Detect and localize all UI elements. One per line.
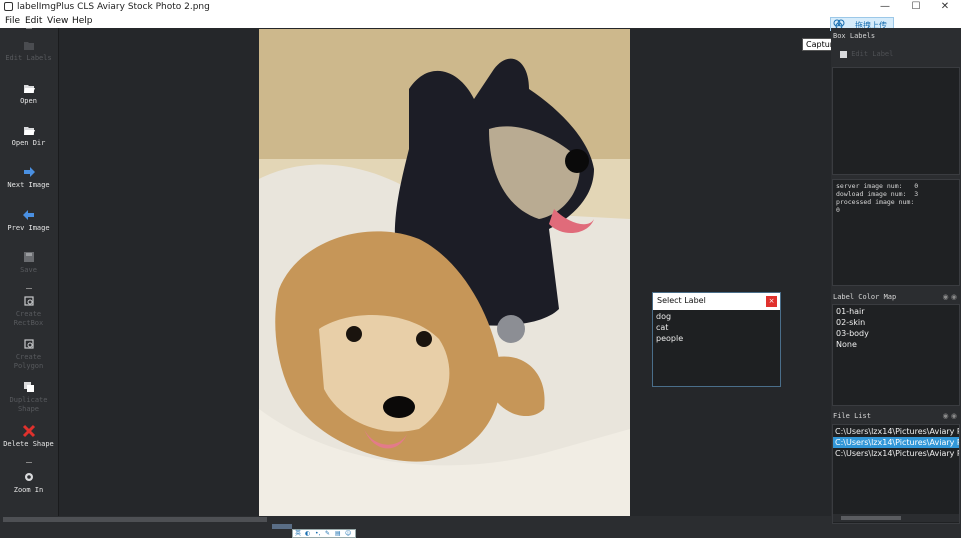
menu-help[interactable]: Help (72, 15, 93, 27)
toolbar-separator (26, 288, 32, 289)
file-list-scrollbar-thumb[interactable] (841, 516, 901, 520)
window-title: labelImgPlus CLS Aviary Stock Photo 2.pn… (17, 2, 210, 12)
edit-labels-label: Edit Labels (5, 54, 52, 62)
minimize-button[interactable]: — (869, 0, 901, 14)
duplicate-shape-button[interactable]: Duplicate Shape (0, 380, 57, 414)
arrow-right-icon (23, 167, 35, 177)
dock-panel-buttons[interactable]: ◉ ◉ (943, 412, 957, 420)
zoom-in-button[interactable]: Zoom In (0, 470, 57, 495)
maximize-button[interactable]: ☐ (900, 0, 932, 14)
polygon-icon (23, 339, 34, 349)
open-dir-button[interactable]: Open Dir (0, 123, 57, 148)
delete-shape-label: Delete Shape (3, 440, 54, 448)
ime-toolbar: 英 ◐ •, ✎ ▤ ☺ (272, 524, 358, 538)
save-icon (23, 252, 34, 262)
file-list-item[interactable]: C:\Users\lzx14\Pictures\Aviary Pho (833, 426, 959, 437)
delete-icon (22, 424, 35, 438)
label-color-map-list[interactable]: 01-hair 02-skin 03-body None (832, 304, 960, 406)
right-dock: Box Labels Edit Label server image num: … (831, 28, 961, 524)
zoom-icon (24, 473, 33, 481)
box-labels-header: Box Labels (833, 32, 876, 40)
server-image-num: server image num: 0 (836, 182, 919, 190)
zoom-in-label: Zoom In (13, 486, 44, 494)
dog-photo[interactable] (259, 29, 630, 524)
processed-image-value: 0 (836, 206, 840, 214)
duplicate-shape-label: Duplicate Shape (9, 396, 48, 413)
prev-image-label: Prev Image (7, 224, 50, 232)
label-option-dog[interactable]: dog (656, 312, 671, 321)
checkbox-icon (840, 50, 847, 58)
ime-keyboard-icon[interactable]: ▤ (335, 530, 341, 537)
file-list-scrollbar[interactable] (833, 514, 959, 522)
prev-image-button[interactable]: Prev Image (0, 208, 57, 233)
canvas-scrollbar[interactable] (0, 516, 961, 524)
menu-view[interactable]: View (47, 15, 68, 27)
menu-bar: File Edit View Help (0, 14, 961, 28)
dialog-title-bar: Select Label × (653, 293, 780, 310)
processed-image-num: processed image num: (836, 198, 915, 206)
create-polygon-label: Create Polygon (13, 353, 44, 370)
create-polygon-button[interactable]: Create Polygon (0, 337, 57, 371)
dialog-close-button[interactable]: × (766, 296, 777, 307)
select-label-dialog: Select Label × dog cat people (652, 292, 781, 387)
tools-toolbar: Edit Labels Open Open Dir Next Image Pre… (0, 28, 57, 524)
color-map-item[interactable]: 02-skin (836, 318, 865, 327)
color-map-item[interactable]: 03-body (836, 329, 869, 338)
title-bar: labelImgPlus CLS Aviary Stock Photo 2.pn… (0, 0, 961, 14)
menu-edit[interactable]: Edit (25, 15, 42, 27)
download-image-num: dowload image num: 3 (836, 190, 919, 198)
canvas-scrollbar-thumb[interactable] (3, 517, 267, 522)
file-list-item[interactable]: C:\Users\lzx14\Pictures\Aviary Pho (833, 448, 959, 459)
file-list[interactable]: C:\Users\lzx14\Pictures\Aviary Pho C:\Us… (832, 424, 960, 524)
label-option-people[interactable]: people (656, 334, 683, 343)
create-rectbox-button[interactable]: Create RectBox (0, 294, 57, 328)
save-button[interactable]: Save (0, 250, 57, 275)
next-image-button[interactable]: Next Image (0, 165, 57, 190)
box-labels-list[interactable] (832, 67, 960, 175)
rect-icon (23, 296, 34, 306)
edit-labels-button[interactable]: Edit Labels (0, 38, 57, 63)
ime-tool-icon[interactable]: ✎ (325, 530, 330, 537)
ime-language[interactable]: 英 (295, 530, 301, 537)
arrow-left-icon (22, 210, 34, 220)
create-rectbox-label: Create RectBox (13, 310, 44, 327)
ime-thumbnail (272, 524, 292, 529)
color-map-item[interactable]: 01-hair (836, 307, 865, 316)
copy-icon (23, 382, 34, 392)
save-label: Save (20, 266, 37, 274)
toolbar-separator (26, 462, 32, 463)
open-button[interactable]: Open (0, 81, 57, 106)
dialog-title: Select Label (657, 296, 706, 305)
folder-icon (23, 42, 34, 50)
file-list-item-selected[interactable]: C:\Users\lzx14\Pictures\Aviary Pho (833, 437, 959, 448)
open-label: Open (20, 97, 37, 105)
ime-bar[interactable]: 英 ◐ •, ✎ ▤ ☺ (292, 529, 356, 538)
app-icon (4, 2, 13, 11)
file-list-header: File List (833, 412, 871, 420)
edit-label-text: Edit Label (851, 50, 894, 58)
server-status-panel: server image num: 0 dowload image num: 3… (832, 179, 960, 286)
folder-icon (23, 127, 35, 135)
edit-label-checkbox[interactable]: Edit Label (840, 50, 893, 58)
ime-punct-icon[interactable]: •, (315, 530, 320, 537)
next-image-label: Next Image (7, 181, 50, 189)
dog-photo-image (259, 29, 630, 524)
label-option-cat[interactable]: cat (656, 323, 668, 332)
toolbar-separator (26, 28, 32, 29)
ime-moon-icon[interactable]: ◐ (305, 530, 310, 537)
dock-panel-buttons[interactable]: ◉ ◉ (943, 293, 957, 301)
delete-shape-button[interactable]: Delete Shape (0, 424, 57, 449)
ime-settings-icon[interactable]: ☺ (345, 530, 351, 537)
color-map-item[interactable]: None (836, 340, 857, 349)
label-color-map-header: Label Color Map (833, 293, 897, 301)
folder-icon (23, 85, 35, 93)
menu-file[interactable]: File (5, 15, 20, 27)
open-dir-label: Open Dir (11, 139, 46, 147)
close-button[interactable]: ✕ (929, 0, 961, 14)
